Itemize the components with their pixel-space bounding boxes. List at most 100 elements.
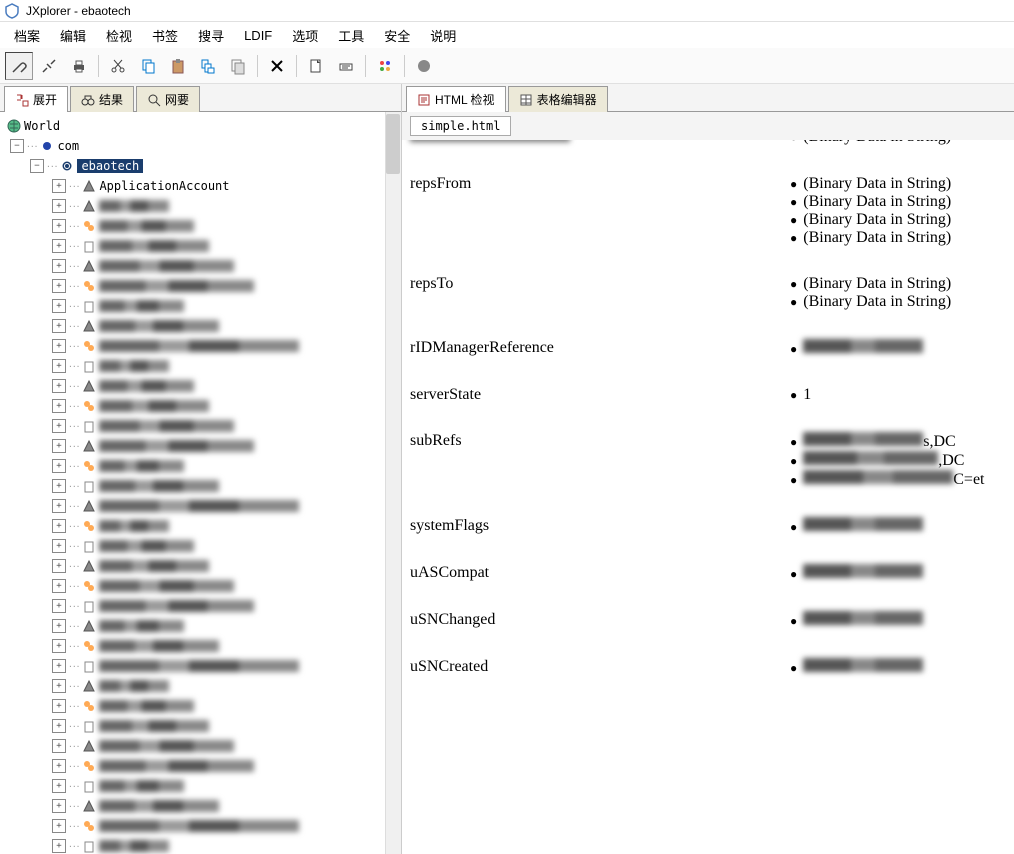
collapse-icon[interactable]: −	[30, 159, 44, 173]
tab-html-view[interactable]: HTML 检视	[406, 86, 506, 112]
tree-node-blurred[interactable]: +···	[2, 236, 399, 256]
connect-button[interactable]	[5, 52, 33, 80]
menu-bookmark[interactable]: 书签	[142, 22, 188, 49]
expand-icon[interactable]: +	[52, 459, 66, 473]
tree-node-blurred[interactable]: +···	[2, 636, 399, 656]
expand-icon[interactable]: +	[52, 499, 66, 513]
disconnect-button[interactable]	[35, 52, 63, 80]
expand-icon[interactable]: +	[52, 199, 66, 213]
expand-icon[interactable]: +	[52, 439, 66, 453]
expand-icon[interactable]: +	[52, 179, 66, 193]
tree-node-blurred[interactable]: +···	[2, 276, 399, 296]
delete-button[interactable]	[263, 52, 291, 80]
expand-icon[interactable]: +	[52, 319, 66, 333]
tree-node-blurred[interactable]: +···	[2, 676, 399, 696]
menu-help[interactable]: 说明	[420, 22, 466, 49]
expand-icon[interactable]: +	[52, 839, 66, 853]
expand-icon[interactable]: +	[52, 299, 66, 313]
expand-icon[interactable]: +	[52, 539, 66, 553]
expand-icon[interactable]: +	[52, 679, 66, 693]
tree-scrollbar-thumb[interactable]	[386, 114, 400, 174]
tree-node-blurred[interactable]: +···	[2, 416, 399, 436]
tab-results[interactable]: 结果	[70, 86, 134, 112]
tree-node-blurred[interactable]: +···	[2, 296, 399, 316]
tab-expand[interactable]: 展开	[4, 86, 68, 112]
tree-node-blurred[interactable]: +···	[2, 736, 399, 756]
tree-node-blurred[interactable]: +···	[2, 616, 399, 636]
expand-icon[interactable]: +	[52, 559, 66, 573]
tree-node-blurred[interactable]: +···	[2, 696, 399, 716]
tree-node-blurred[interactable]: +···	[2, 436, 399, 456]
print-button[interactable]	[65, 52, 93, 80]
menu-search[interactable]: 搜寻	[188, 22, 234, 49]
tree-node-blurred[interactable]: +···	[2, 336, 399, 356]
tree-node-blurred[interactable]: +···	[2, 716, 399, 736]
tree-node-blurred[interactable]: +···	[2, 576, 399, 596]
expand-icon[interactable]: +	[52, 819, 66, 833]
copy-dn-button[interactable]	[194, 52, 222, 80]
expand-icon[interactable]: +	[52, 419, 66, 433]
rename-button[interactable]	[332, 52, 360, 80]
tree-node-blurred[interactable]: +···	[2, 516, 399, 536]
tree-node-blurred[interactable]: +···	[2, 496, 399, 516]
cut-button[interactable]	[104, 52, 132, 80]
tree-node-selected[interactable]: ebaotech	[77, 159, 143, 173]
expand-icon[interactable]: +	[52, 639, 66, 653]
expand-icon[interactable]: +	[52, 399, 66, 413]
expand-icon[interactable]: +	[52, 279, 66, 293]
expand-icon[interactable]: +	[52, 739, 66, 753]
expand-icon[interactable]: +	[52, 359, 66, 373]
tree-node-blurred[interactable]: +···	[2, 656, 399, 676]
tree-node-blurred[interactable]: +···	[2, 316, 399, 336]
stop-button[interactable]	[410, 52, 438, 80]
expand-icon[interactable]: +	[52, 259, 66, 273]
new-entry-button[interactable]	[302, 52, 330, 80]
expand-icon[interactable]: +	[52, 799, 66, 813]
menu-tools[interactable]: 工具	[328, 22, 374, 49]
expand-icon[interactable]: +	[52, 699, 66, 713]
expand-icon[interactable]: +	[52, 339, 66, 353]
expand-icon[interactable]: +	[52, 479, 66, 493]
tree-node-blurred[interactable]: +···	[2, 356, 399, 376]
tree-node-blurred[interactable]: +···	[2, 596, 399, 616]
expand-icon[interactable]: +	[52, 239, 66, 253]
tree-node-blurred[interactable]: +···	[2, 256, 399, 276]
tree-node-blurred[interactable]: +···	[2, 816, 399, 836]
tree-node-blurred[interactable]: +···	[2, 396, 399, 416]
refresh-button[interactable]	[371, 52, 399, 80]
expand-icon[interactable]: +	[52, 719, 66, 733]
expand-icon[interactable]: +	[52, 519, 66, 533]
tree-node-appaccount[interactable]: ApplicationAccount	[99, 179, 229, 193]
copy-button[interactable]	[134, 52, 162, 80]
menu-ldif[interactable]: LDIF	[234, 24, 282, 47]
menu-view[interactable]: 检视	[96, 22, 142, 49]
tree-node-blurred[interactable]: +···	[2, 216, 399, 236]
menu-options[interactable]: 选项	[282, 22, 328, 49]
expand-icon[interactable]: +	[52, 379, 66, 393]
tree-node-blurred[interactable]: +···	[2, 776, 399, 796]
menu-edit[interactable]: 编辑	[50, 22, 96, 49]
expand-icon[interactable]: +	[52, 579, 66, 593]
tab-schema[interactable]: 网要	[136, 86, 200, 112]
expand-icon[interactable]: +	[52, 759, 66, 773]
tree-node-blurred[interactable]: +···	[2, 476, 399, 496]
tree-node-blurred[interactable]: +···	[2, 756, 399, 776]
tree-node-blurred[interactable]: +···	[2, 536, 399, 556]
expand-icon[interactable]: +	[52, 659, 66, 673]
expand-icon[interactable]: +	[52, 599, 66, 613]
tree-node-blurred[interactable]: +···	[2, 796, 399, 816]
paste-button[interactable]	[164, 52, 192, 80]
expand-icon[interactable]: +	[52, 219, 66, 233]
expand-icon[interactable]: +	[52, 779, 66, 793]
tree-node-blurred[interactable]: +···	[2, 556, 399, 576]
tree-view[interactable]: World − ··· com − ··· ebaotech + ··· App…	[0, 112, 401, 854]
collapse-icon[interactable]: −	[10, 139, 24, 153]
tab-table-editor[interactable]: 表格编辑器	[508, 86, 608, 112]
menu-security[interactable]: 安全	[374, 22, 420, 49]
tree-scrollbar[interactable]	[385, 112, 401, 854]
tree-node-com[interactable]: com	[57, 139, 79, 153]
expand-icon[interactable]: +	[52, 619, 66, 633]
tree-node-blurred[interactable]: +···	[2, 836, 399, 854]
tree-node-blurred[interactable]: +···	[2, 456, 399, 476]
tree-node-blurred[interactable]: +···	[2, 376, 399, 396]
